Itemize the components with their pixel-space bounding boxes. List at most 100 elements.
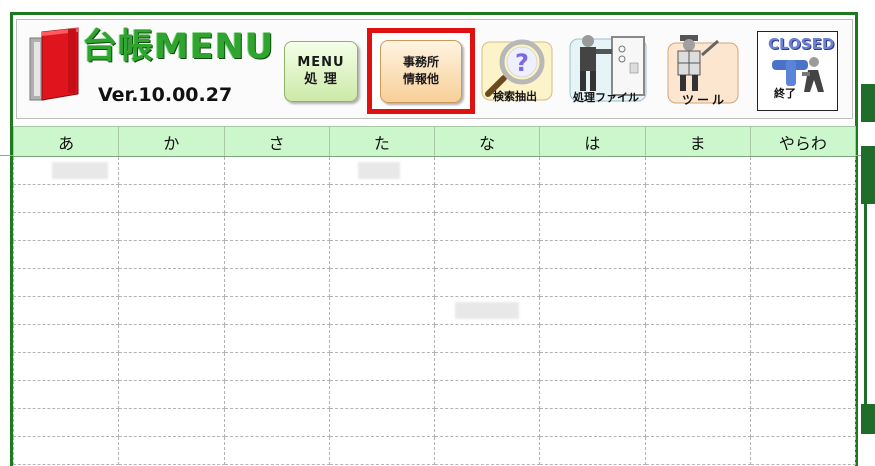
grid-cell[interactable] [223,352,330,381]
grid-cell[interactable] [539,436,646,465]
tab-ka[interactable]: か [118,126,225,157]
grid-cell[interactable] [12,268,120,297]
closed-exit-button[interactable]: CLOSED 終了 [757,31,838,111]
office-info-button[interactable]: 事務所 情報他 [380,40,462,103]
grid-cell[interactable] [749,156,857,185]
grid-cell[interactable] [328,436,436,465]
grid-cell[interactable] [118,408,225,437]
grid-cell[interactable] [118,296,225,325]
grid-cell[interactable] [433,184,541,213]
grid-cell[interactable] [118,268,225,297]
grid-cell[interactable] [12,352,120,381]
grid-cell[interactable] [12,436,120,465]
grid-cell[interactable] [433,240,541,269]
grid-cell[interactable] [539,408,646,437]
grid-cell[interactable] [644,268,751,297]
grid-cell[interactable] [644,380,751,409]
grid-cell[interactable] [118,436,225,465]
grid-cell[interactable] [749,184,857,213]
grid-cell[interactable] [539,212,646,241]
grid-cell[interactable] [539,240,646,269]
grid-cell[interactable] [539,296,646,325]
grid-cell[interactable] [749,380,857,409]
tab-yarawa[interactable]: やらわ [749,126,857,157]
search-extract-button[interactable]: ? 検索抽出 [478,38,556,103]
grid-cell[interactable] [12,324,120,353]
grid-cell[interactable] [749,296,857,325]
grid-cell[interactable] [118,324,225,353]
tools-button[interactable]: ツール [664,33,742,107]
grid-cell[interactable] [223,268,330,297]
grid-cell[interactable] [223,324,330,353]
grid-cell[interactable] [749,324,857,353]
tab-sa[interactable]: さ [223,126,330,157]
tab-ma[interactable]: ま [644,126,751,157]
grid-cell[interactable] [223,184,330,213]
grid-cell[interactable] [328,240,436,269]
grid-cell[interactable] [433,408,541,437]
grid-cell[interactable] [118,184,225,213]
grid-cell[interactable] [539,156,646,185]
tab-na[interactable]: な [433,126,541,157]
grid-cell[interactable] [433,324,541,353]
grid-cell[interactable] [539,380,646,409]
menu-process-button[interactable]: MENU 処 理 [284,41,358,102]
grid-cell[interactable] [749,408,857,437]
grid-cell[interactable] [433,268,541,297]
grid-cell[interactable] [433,380,541,409]
grid-cell[interactable] [118,352,225,381]
grid-cell[interactable] [749,352,857,381]
grid-cell[interactable] [12,296,120,325]
process-file-button[interactable]: 処理ファイル [566,31,648,104]
grid-cell[interactable] [539,268,646,297]
grid-cell[interactable] [12,408,120,437]
grid-cell[interactable] [223,156,330,185]
grid-cell[interactable] [539,352,646,381]
grid-cell[interactable] [644,324,751,353]
grid-cell[interactable] [644,352,751,381]
grid-cell[interactable] [223,240,330,269]
grid-cell[interactable] [328,156,436,185]
grid-cell[interactable] [118,156,225,185]
grid-cell[interactable] [644,184,751,213]
grid-cell[interactable] [644,296,751,325]
grid-cell[interactable] [12,184,120,213]
tab-ha[interactable]: は [539,126,646,157]
grid-cell[interactable] [539,324,646,353]
grid-cell[interactable] [118,212,225,241]
grid-cell[interactable] [118,380,225,409]
grid-cell[interactable] [328,212,436,241]
grid-cell[interactable] [644,436,751,465]
grid-cell[interactable] [328,296,436,325]
grid-cell[interactable] [12,380,120,409]
grid-cell[interactable] [433,436,541,465]
grid-cell[interactable] [223,380,330,409]
tab-a[interactable]: あ [12,126,120,157]
grid-cell[interactable] [644,212,751,241]
grid-cell[interactable] [433,352,541,381]
grid-cell[interactable] [539,184,646,213]
grid-cell[interactable] [223,436,330,465]
grid-cell[interactable] [328,408,436,437]
grid-cell[interactable] [644,156,751,185]
grid-cell[interactable] [12,212,120,241]
grid-cell[interactable] [433,212,541,241]
grid-cell[interactable] [223,296,330,325]
grid-cell[interactable] [328,380,436,409]
grid-cell[interactable] [328,268,436,297]
grid-cell[interactable] [223,408,330,437]
grid-cell[interactable] [644,240,751,269]
grid-cell[interactable] [12,240,120,269]
grid-cell[interactable] [644,408,751,437]
grid-cell[interactable] [749,212,857,241]
grid-cell[interactable] [749,240,857,269]
grid-cell[interactable] [223,212,330,241]
grid-cell[interactable] [328,324,436,353]
grid-cell[interactable] [328,184,436,213]
grid-cell[interactable] [118,240,225,269]
grid-cell[interactable] [749,436,857,465]
grid-cell[interactable] [433,156,541,185]
tab-ta[interactable]: た [328,126,436,157]
grid-cell[interactable] [433,296,541,325]
grid-cell[interactable] [12,156,120,185]
